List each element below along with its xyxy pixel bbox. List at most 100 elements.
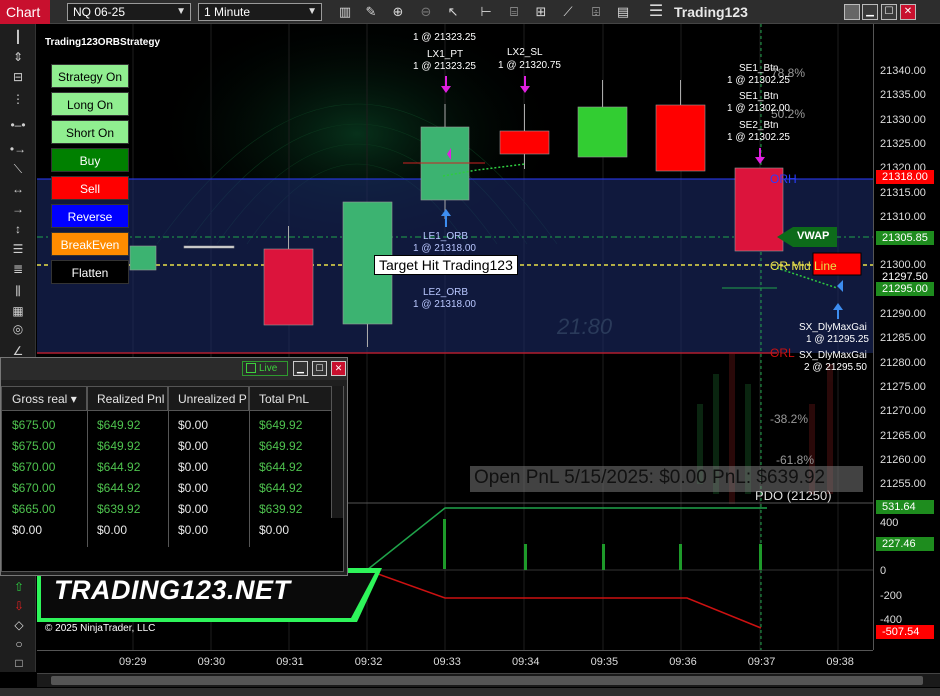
table-cell: $0.00 [178, 523, 209, 537]
square-marker-icon[interactable]: □ [11, 656, 27, 672]
price-tag: 21318.00 [876, 170, 934, 184]
price-tick-label: 21310.00 [880, 210, 926, 223]
vwap-label: VWAP [797, 230, 830, 242]
properties-icon[interactable]: ⌹ [586, 3, 606, 21]
crosshair-icon[interactable]: ⊢ [476, 3, 496, 21]
chart-tab[interactable]: Chart [0, 0, 50, 24]
column-header-label: Unrealized P [178, 392, 247, 406]
diamond-icon[interactable]: ◇ [11, 618, 27, 634]
strategy-button-reverse[interactable]: Reverse [51, 204, 129, 228]
price-tick-label: 21285.00 [880, 332, 926, 345]
circle-marker-icon[interactable]: ○ [11, 637, 27, 653]
table-cell: $670.00 [12, 460, 56, 474]
time-tick-label: 09:35 [590, 656, 619, 668]
gann-icon[interactable]: ⫼ [8, 282, 28, 300]
strategy-button-flatten[interactable]: Flatten [51, 260, 129, 284]
vertical-line-icon[interactable]: ↕ [8, 220, 28, 238]
strategy-button-sell[interactable]: Sell [51, 176, 129, 200]
le1-label: LE1_ORB [423, 231, 469, 242]
zoom-out-icon[interactable]: ⊖ [416, 3, 436, 21]
arrow-line-icon[interactable]: → [8, 200, 28, 218]
template-icon[interactable]: ▤ [613, 3, 633, 21]
table-cell: $675.00 [12, 418, 56, 432]
fib-extension-icon[interactable]: ≣ [8, 260, 28, 278]
fib-level: -61.8% [776, 453, 815, 467]
ruler-icon[interactable]: ┃ [8, 28, 28, 46]
measure-icon[interactable]: ⇕ [8, 48, 28, 66]
ray-icon[interactable]: •→ [8, 140, 28, 158]
table-cell: $670.00 [12, 481, 56, 495]
column-header[interactable]: Total PnL [249, 387, 332, 411]
price-axis[interactable]: 21340.00 21335.00 21330.00 21325.00 21320.00… [873, 24, 940, 650]
close-button[interactable]: ✕ [331, 361, 346, 376]
status-strip [0, 688, 940, 696]
instrument-selector[interactable]: NQ 06-25 ▼ [67, 3, 191, 21]
column-header[interactable]: Gross real ▾ [2, 387, 87, 411]
price-tick-label: 21275.00 [880, 380, 926, 393]
extended-line-icon[interactable]: ↔ [8, 180, 28, 198]
strategies-icon[interactable]: ⊞ [531, 3, 551, 21]
table-cell: $665.00 [12, 502, 56, 516]
down-arrow-icon[interactable]: ⇩ [11, 599, 27, 615]
table-cell: $0.00 [178, 418, 209, 432]
price-candle [655, 80, 706, 172]
diagonal-line-icon[interactable]: ⟍ [8, 160, 28, 178]
scroll-thumb[interactable] [51, 676, 923, 685]
strategy-button-breakeven[interactable]: BreakEven [51, 232, 129, 256]
table-cell: $0.00 [12, 523, 43, 537]
live-button[interactable]: Live [242, 361, 288, 376]
table-cell: $644.92 [259, 460, 303, 474]
time-tick-label: 09:36 [669, 656, 697, 668]
le1-fill: 1 @ 21318.00 [413, 243, 476, 254]
channel-icon[interactable]: ▦ [8, 302, 28, 320]
strategy-button-buy[interactable]: Buy [51, 148, 129, 172]
range-icon[interactable]: ⊟ [8, 68, 28, 86]
pnl-tag: -507.54 [876, 625, 934, 639]
price-tick-label: 21260.00 [880, 453, 926, 466]
fill-label: 1 @ 21323.25 [413, 32, 476, 43]
top-toolbar: Chart NQ 06-25 ▼ 1 Minute ▼ ▥ ✎ ⊕ ⊖ ↖ ⊢ … [0, 0, 940, 24]
se2-label: SE2_Btn [739, 120, 779, 131]
strategy-button-short-on[interactable]: Short On [51, 120, 129, 144]
menu-icon[interactable]: ☰ [646, 3, 666, 21]
minimize-button[interactable]: ▁ [862, 4, 878, 20]
circle-icon[interactable]: ◎ [8, 320, 28, 338]
line-icon[interactable]: •–• [8, 116, 28, 134]
table-cell: $644.92 [97, 460, 141, 474]
maximize-button[interactable]: ☐ [312, 361, 327, 376]
pnl-table[interactable]: Gross real ▾ Realized Pnl Unrealized P Tota… [1, 386, 344, 572]
time-tick-label: 09:31 [276, 656, 304, 668]
time-tick-label: 09:33 [433, 656, 461, 668]
se2-fill: 1 @ 21302.25 [727, 132, 790, 143]
strategy-button-strategy-on[interactable]: Strategy On [51, 64, 129, 88]
indicators-icon[interactable]: ⌸ [504, 3, 524, 21]
maximize-button[interactable]: ☐ [881, 4, 897, 20]
interval-value: 1 Minute [204, 5, 251, 19]
interval-selector[interactable]: 1 Minute ▼ [198, 3, 322, 21]
column-header[interactable]: Realized Pnl [87, 387, 168, 411]
horizontal-scrollbar[interactable] [37, 673, 940, 687]
restore-icon[interactable] [844, 4, 860, 20]
minimize-button[interactable]: ▁ [293, 361, 308, 376]
pencil-icon[interactable]: ✎ [361, 3, 381, 21]
zoom-in-icon[interactable]: ⊕ [388, 3, 408, 21]
dotted-line-icon[interactable]: ⋮ [8, 90, 28, 108]
time-tick-label: 09:38 [826, 656, 854, 668]
table-cell: $0.00 [178, 460, 209, 474]
table-cell: $0.00 [178, 481, 209, 495]
time-axis[interactable]: 09:29 09:30 09:31 09:32 09:33 09:34 09:35 09:36… [37, 650, 873, 672]
column-header[interactable]: Unrealized P [168, 387, 249, 411]
up-arrow-icon[interactable]: ⇧ [11, 580, 27, 596]
close-button[interactable]: ✕ [900, 4, 916, 20]
trend-icon[interactable]: ⟋ [558, 3, 578, 21]
open-pnl-text: Open PnL 5/15/2025: $0.00 PnL: $639.92 [474, 467, 826, 488]
fib-icon[interactable]: ☰ [8, 240, 28, 258]
sx1-fill: 1 @ 21295.25 [806, 334, 869, 345]
le2-label: LE2_ORB [423, 287, 469, 298]
strategy-button-long-on[interactable]: Long On [51, 92, 129, 116]
bars-type-icon[interactable]: ▥ [335, 3, 355, 21]
pointer-icon[interactable]: ↖ [443, 3, 463, 21]
table-scrollbar[interactable] [331, 386, 343, 518]
price-tick-label: 21335.00 [880, 89, 926, 102]
table-cell: $0.00 [97, 523, 128, 537]
